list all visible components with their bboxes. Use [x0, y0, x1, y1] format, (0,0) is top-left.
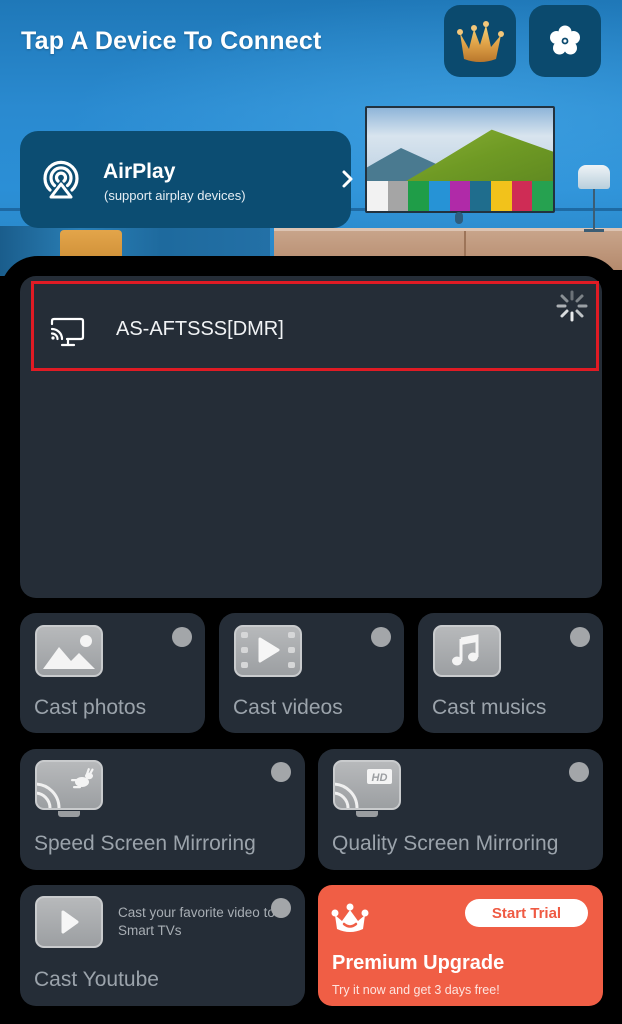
svg-text:HD: HD [372, 772, 388, 784]
status-dot [569, 762, 589, 782]
status-dot [172, 627, 192, 647]
cast-youtube-tile[interactable]: Cast your favorite video to Smart TVs Ca… [20, 885, 305, 1006]
status-dot [371, 627, 391, 647]
crown-icon [457, 21, 504, 62]
start-trial-button[interactable]: Start Trial [465, 899, 588, 927]
cast-photos-tile[interactable]: Cast photos [20, 613, 205, 733]
premium-crown-button[interactable] [444, 5, 516, 77]
cast-screen-icon [50, 317, 85, 347]
video-icon [234, 625, 302, 677]
airplay-title: AirPlay [103, 160, 176, 183]
status-dot [271, 762, 291, 782]
lamp-illustration [578, 165, 610, 232]
tile-label: Cast musics [432, 696, 547, 719]
hd-mirror-icon: HD [333, 760, 403, 822]
device-list-item[interactable]: AS-AFTSSS[DMR] [31, 281, 599, 371]
tile-label: Speed Screen Mirroring [34, 832, 256, 855]
tile-label: Quality Screen Mirroring [332, 832, 559, 855]
quality-screen-mirroring-tile[interactable]: HD Quality Screen Mirroring [318, 749, 603, 870]
music-icon [433, 625, 501, 677]
premium-title: Premium Upgrade [332, 952, 505, 974]
crown-icon [331, 903, 369, 932]
airplay-card[interactable]: AirPlay (support airplay devices) [20, 131, 353, 228]
tile-label: Cast videos [233, 696, 343, 719]
tile-label: Cast photos [34, 696, 147, 719]
settings-button[interactable] [529, 5, 601, 77]
status-dot [271, 898, 291, 918]
cast-videos-tile[interactable]: Cast videos [219, 613, 404, 733]
device-name: AS-AFTSSS[DMR] [116, 318, 284, 340]
spinner-icon [556, 290, 588, 322]
speed-screen-mirroring-tile[interactable]: Speed Screen Mirroring [20, 749, 305, 870]
tv-illustration [365, 106, 555, 213]
youtube-play-icon [35, 896, 103, 948]
photo-icon [35, 625, 103, 677]
premium-subtitle: Try it now and get 3 days free! [332, 983, 500, 997]
airplay-subtitle: (support airplay devices) [104, 188, 246, 203]
tile-label: Cast Youtube [34, 968, 159, 991]
gear-icon [550, 25, 580, 55]
tv-stand [455, 212, 463, 224]
cast-musics-tile[interactable]: Cast musics [418, 613, 603, 733]
chevron-right-icon [342, 170, 353, 188]
premium-upgrade-card[interactable]: Start Trial Premium Upgrade Try it now a… [318, 885, 603, 1006]
youtube-subtitle: Cast your favorite video to Smart TVs [118, 905, 275, 938]
status-dot [570, 627, 590, 647]
page-title: Tap A Device To Connect [21, 27, 322, 55]
speed-mirror-icon [35, 760, 105, 822]
airplay-icon [43, 160, 79, 199]
